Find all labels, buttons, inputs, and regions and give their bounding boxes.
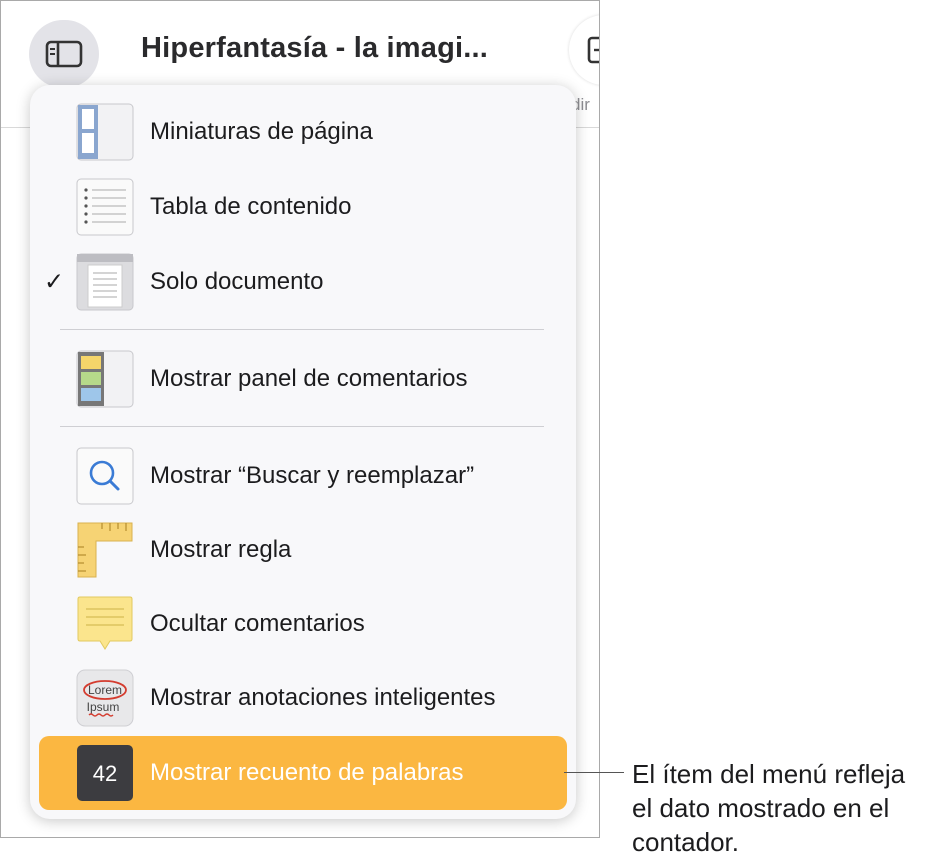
sidebar-icon (45, 40, 83, 68)
search-icon (76, 447, 134, 505)
menu-item-label: Mostrar panel de comentarios (150, 365, 468, 392)
document-title: Hiperfantasía - la imagi... (141, 32, 489, 64)
menu-item-smart-annotations[interactable]: Lorem Ipsum Mostrar anotaciones intelige… (30, 661, 576, 735)
menu-item-document-only[interactable]: ✓ Solo documento (30, 245, 576, 319)
comment-note-icon (76, 595, 134, 653)
svg-text:42: 42 (93, 761, 117, 786)
callout-line-2: el dato mostrado en el (632, 793, 890, 823)
app-window: Hiperfantasía - la imagi... dir Miniatur… (0, 0, 600, 838)
menu-separator (60, 426, 544, 427)
menu-item-ruler[interactable]: Mostrar regla (30, 513, 576, 587)
callout-leader-line (564, 772, 624, 773)
word-count-icon: 42 (76, 744, 134, 802)
callout-text: El ítem del menú refleja el dato mostrad… (632, 757, 952, 859)
menu-item-label: Ocultar comentarios (150, 610, 365, 637)
menu-item-label: Solo documento (150, 268, 324, 295)
ruler-icon (76, 521, 134, 579)
smart-annotations-icon: Lorem Ipsum (76, 669, 134, 727)
comments-pane-icon (76, 350, 134, 408)
view-menu: Miniaturas de página Tabla de contenido … (30, 85, 576, 819)
callout-line-3: contador. (632, 827, 739, 857)
svg-text:Ipsum: Ipsum (87, 700, 120, 714)
menu-item-page-thumbnails[interactable]: Miniaturas de página (30, 95, 576, 169)
menu-item-label: Mostrar anotaciones inteligentes (150, 684, 496, 711)
menu-item-comments-pane[interactable]: Mostrar panel de comentarios (30, 342, 576, 416)
menu-item-find-replace[interactable]: Mostrar “Buscar y reemplazar” (30, 439, 576, 513)
menu-separator (60, 329, 544, 330)
menu-item-hide-comments[interactable]: Ocultar comentarios (30, 587, 576, 661)
svg-text:Lorem: Lorem (88, 683, 122, 697)
toolbar-right-icon (587, 36, 599, 64)
menu-item-word-count[interactable]: 42 Mostrar recuento de palabras (39, 736, 567, 810)
menu-item-label: Tabla de contenido (150, 193, 352, 220)
table-of-contents-icon (76, 178, 134, 236)
callout-line-1: El ítem del menú refleja (632, 759, 906, 789)
document-only-icon (76, 253, 134, 311)
menu-item-label: Mostrar regla (150, 536, 292, 563)
sidebar-toggle-button[interactable] (29, 20, 99, 88)
checkmark-icon: ✓ (44, 268, 65, 296)
page-thumbnails-icon (76, 103, 134, 161)
menu-item-label: Mostrar recuento de palabras (150, 759, 464, 786)
menu-item-table-of-contents[interactable]: Tabla de contenido (30, 170, 576, 244)
menu-item-label: Miniaturas de página (150, 118, 373, 145)
toolbar-right-button[interactable] (569, 15, 599, 85)
menu-item-label: Mostrar “Buscar y reemplazar” (150, 462, 475, 489)
